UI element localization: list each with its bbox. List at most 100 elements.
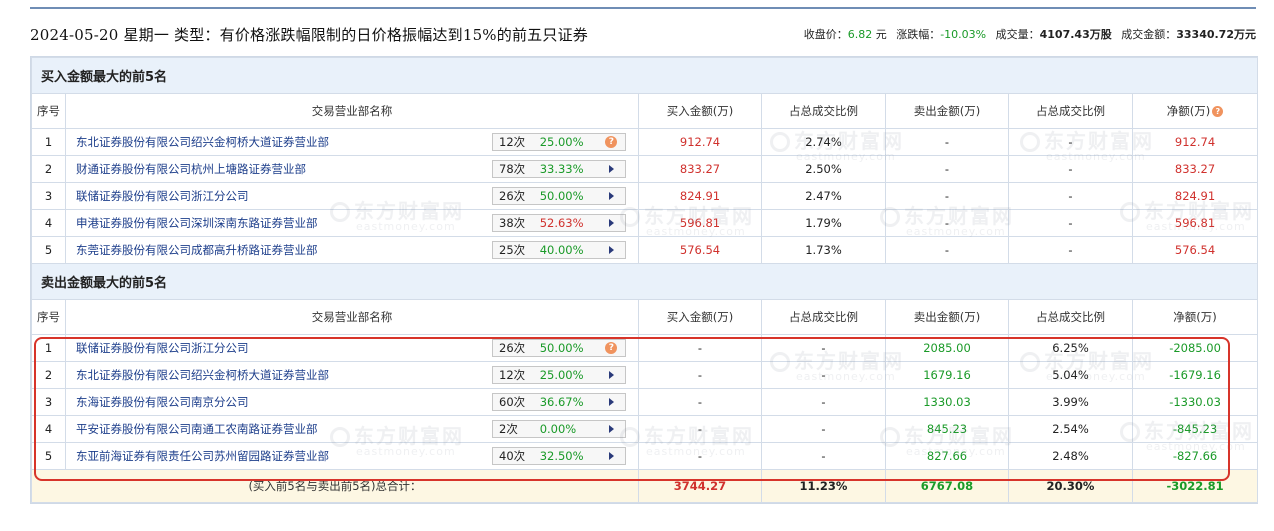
dept-name-link[interactable]: 东亚前海证券有限责任公司苏州留园路证券营业部 — [76, 449, 329, 463]
row-rank: 2 — [31, 155, 66, 183]
play-arrow-icon[interactable] — [608, 165, 614, 173]
dept-stats-tag[interactable]: 60次 36.67% — [492, 393, 626, 411]
dept-detail-toggle[interactable] — [598, 452, 625, 460]
dept-name-link[interactable]: 东莞证券股份有限公司成都高升桥路证券营业部 — [76, 243, 318, 257]
buy-table-row: 4 申港证券股份有限公司深圳深南东路证券营业部 38次 52.63% 596.81 1.7… — [31, 209, 1259, 237]
row-sell-ratio: - — [1008, 128, 1133, 156]
buy-table-row: 1 东北证券股份有限公司绍兴金柯桥大道证券营业部 12次 25.00%? 912.74 2… — [31, 128, 1259, 156]
close-price-unit: 元 — [875, 28, 887, 41]
dept-name-link[interactable]: 联储证券股份有限公司浙江分公司 — [76, 189, 249, 203]
dept-detail-toggle[interactable] — [598, 246, 625, 254]
row-rank: 1 — [31, 128, 66, 156]
play-arrow-icon[interactable] — [608, 219, 614, 227]
row-rank: 4 — [31, 415, 66, 443]
buy-table-row: 5 东莞证券股份有限公司成都高升桥路证券营业部 25次 40.00% 576.54 1.7… — [31, 236, 1259, 264]
row-sell-ratio: 2.54% — [1008, 415, 1133, 443]
dept-detail-toggle[interactable] — [598, 398, 625, 406]
dept-detail-toggle[interactable] — [598, 165, 625, 173]
play-arrow-icon[interactable] — [608, 425, 614, 433]
dept-count: 12次 — [499, 368, 526, 382]
col-net-label: 净额(万) — [1166, 104, 1211, 118]
dept-stats-tag[interactable]: 26次 50.00% — [492, 187, 626, 205]
buy-section-title: 买入金额最大的前5名 — [30, 57, 1259, 94]
dept-detail-toggle[interactable] — [598, 192, 625, 200]
dept-count: 38次 — [499, 216, 526, 230]
dept-name-link[interactable]: 东北证券股份有限公司绍兴金柯桥大道证券营业部 — [76, 368, 329, 382]
row-dept-cell: 东北证券股份有限公司绍兴金柯桥大道证券营业部 12次 25.00%? — [65, 128, 639, 156]
row-net: -845.23 — [1131, 415, 1259, 443]
dept-stats-tag[interactable]: 2次 0.00% — [492, 420, 626, 438]
play-arrow-icon[interactable] — [608, 192, 614, 200]
sell-table-row: 2 东北证券股份有限公司绍兴金柯桥大道证券营业部 12次 25.00% - -1679.1… — [31, 361, 1259, 389]
row-rank: 1 — [31, 334, 66, 362]
dept-win-rate: 25.00% — [539, 368, 584, 382]
dept-stats-tag[interactable]: 26次 50.00%? — [492, 339, 626, 357]
col-rank: 序号 — [31, 93, 66, 129]
row-sell-amount: - — [885, 128, 1009, 156]
help-icon[interactable]: ? — [1212, 106, 1224, 117]
sell-table-row: 3 东海证券股份有限公司南京分公司 60次 36.67% - -1330.03 3.99% -… — [31, 388, 1259, 416]
volume-label: 成交量： — [995, 28, 1040, 41]
play-arrow-icon[interactable] — [608, 371, 614, 379]
dept-win-rate: 0.00% — [539, 422, 577, 436]
dept-stats-tag[interactable]: 78次 33.33% — [492, 160, 626, 178]
play-arrow-icon[interactable] — [608, 452, 614, 460]
dept-name-link[interactable]: 东北证券股份有限公司绍兴金柯桥大道证券营业部 — [76, 135, 329, 149]
row-buy-amount: 824.91 — [638, 182, 762, 210]
dept-name-link[interactable]: 财通证券股份有限公司杭州上塘路证券营业部 — [76, 162, 306, 176]
buy-rows: 1 东北证券股份有限公司绍兴金柯桥大道证券营业部 12次 25.00%? 912.74 2… — [31, 128, 1259, 264]
close-price-label: 收盘价： — [803, 28, 848, 41]
row-buy-ratio: 1.73% — [761, 236, 886, 264]
buy-section-header: 买入金额最大的前5名 — [30, 57, 1259, 94]
col-buy-amount: 买入金额(万) — [638, 299, 762, 335]
row-sell-amount: 845.23 — [885, 415, 1009, 443]
row-sell-amount: 1330.03 — [885, 388, 1009, 416]
row-dept-cell: 联储证券股份有限公司浙江分公司 26次 50.00% — [65, 182, 639, 210]
dept-stats-tag[interactable]: 40次 32.50% — [492, 447, 626, 465]
dept-detail-toggle[interactable] — [598, 371, 625, 379]
row-sell-amount: - — [885, 209, 1009, 237]
row-sell-ratio: 3.99% — [1008, 388, 1133, 416]
dept-count: 26次 — [499, 341, 526, 355]
dept-stats-tag[interactable]: 38次 52.63% — [492, 214, 626, 232]
row-rank: 2 — [31, 361, 66, 389]
dept-detail-toggle[interactable]: ? — [598, 136, 625, 148]
dept-detail-toggle[interactable] — [598, 219, 625, 227]
change-label: 涨跌幅： — [896, 28, 941, 41]
dept-detail-toggle[interactable]: ? — [598, 342, 625, 354]
play-arrow-icon[interactable] — [608, 246, 614, 254]
sell-column-header-row: 序号 交易营业部名称 买入金额(万) 占总成交比例 卖出金额(万) 占总成交比例… — [31, 299, 1259, 335]
row-net: 596.81 — [1131, 209, 1259, 237]
dept-stats-tag[interactable]: 25次 40.00% — [492, 241, 626, 259]
info-icon[interactable]: ? — [605, 136, 618, 148]
row-dept-cell: 东海证券股份有限公司南京分公司 60次 36.67% — [65, 388, 639, 416]
dept-count: 60次 — [499, 395, 526, 409]
dept-stats-tag[interactable]: 12次 25.00% — [492, 366, 626, 384]
row-net: 824.91 — [1131, 182, 1259, 210]
sell-rows: 1 联储证券股份有限公司浙江分公司 26次 50.00%? - -2085.00 6.25%… — [31, 334, 1259, 470]
info-icon[interactable]: ? — [605, 342, 618, 354]
sell-table-row: 4 平安证券股份有限公司南通工农南路证券营业部 2次 0.00% - -845.23 2.5… — [31, 415, 1259, 443]
row-buy-amount: 912.74 — [638, 128, 762, 156]
turnover-value: 33340.72万元 — [1176, 28, 1256, 41]
dept-stats-tag[interactable]: 12次 25.00%? — [492, 133, 626, 151]
row-sell-amount: - — [885, 182, 1009, 210]
page-header: 2024-05-20 星期一 类型：有价格涨跌幅限制的日价格振幅达到15%的前五… — [30, 14, 1256, 54]
dept-name-link[interactable]: 联储证券股份有限公司浙江分公司 — [76, 341, 249, 355]
col-net: 净额(万) — [1131, 299, 1259, 335]
row-buy-amount: - — [638, 442, 762, 470]
col-sell-ratio: 占总成交比例 — [1008, 93, 1133, 129]
total-buy-ratio: 11.23% — [761, 469, 886, 503]
dept-name-link[interactable]: 东海证券股份有限公司南京分公司 — [76, 395, 249, 409]
row-dept-cell: 财通证券股份有限公司杭州上塘路证券营业部 78次 33.33% — [65, 155, 639, 183]
col-net: 净额(万)? — [1131, 93, 1259, 129]
sell-table-row: 1 联储证券股份有限公司浙江分公司 26次 50.00%? - -2085.00 6.25%… — [31, 334, 1259, 362]
play-arrow-icon[interactable] — [608, 398, 614, 406]
dept-detail-toggle[interactable] — [598, 425, 625, 433]
dept-name-link[interactable]: 平安证券股份有限公司南通工农南路证券营业部 — [76, 422, 318, 436]
total-row: (买入前5名与卖出前5名)总合计： 3744.27 11.23% 6767.08… — [31, 469, 1259, 503]
row-buy-ratio: 2.47% — [761, 182, 886, 210]
row-buy-amount: - — [638, 415, 762, 443]
row-buy-ratio: - — [761, 415, 886, 443]
dept-name-link[interactable]: 申港证券股份有限公司深圳深南东路证券营业部 — [76, 216, 318, 230]
